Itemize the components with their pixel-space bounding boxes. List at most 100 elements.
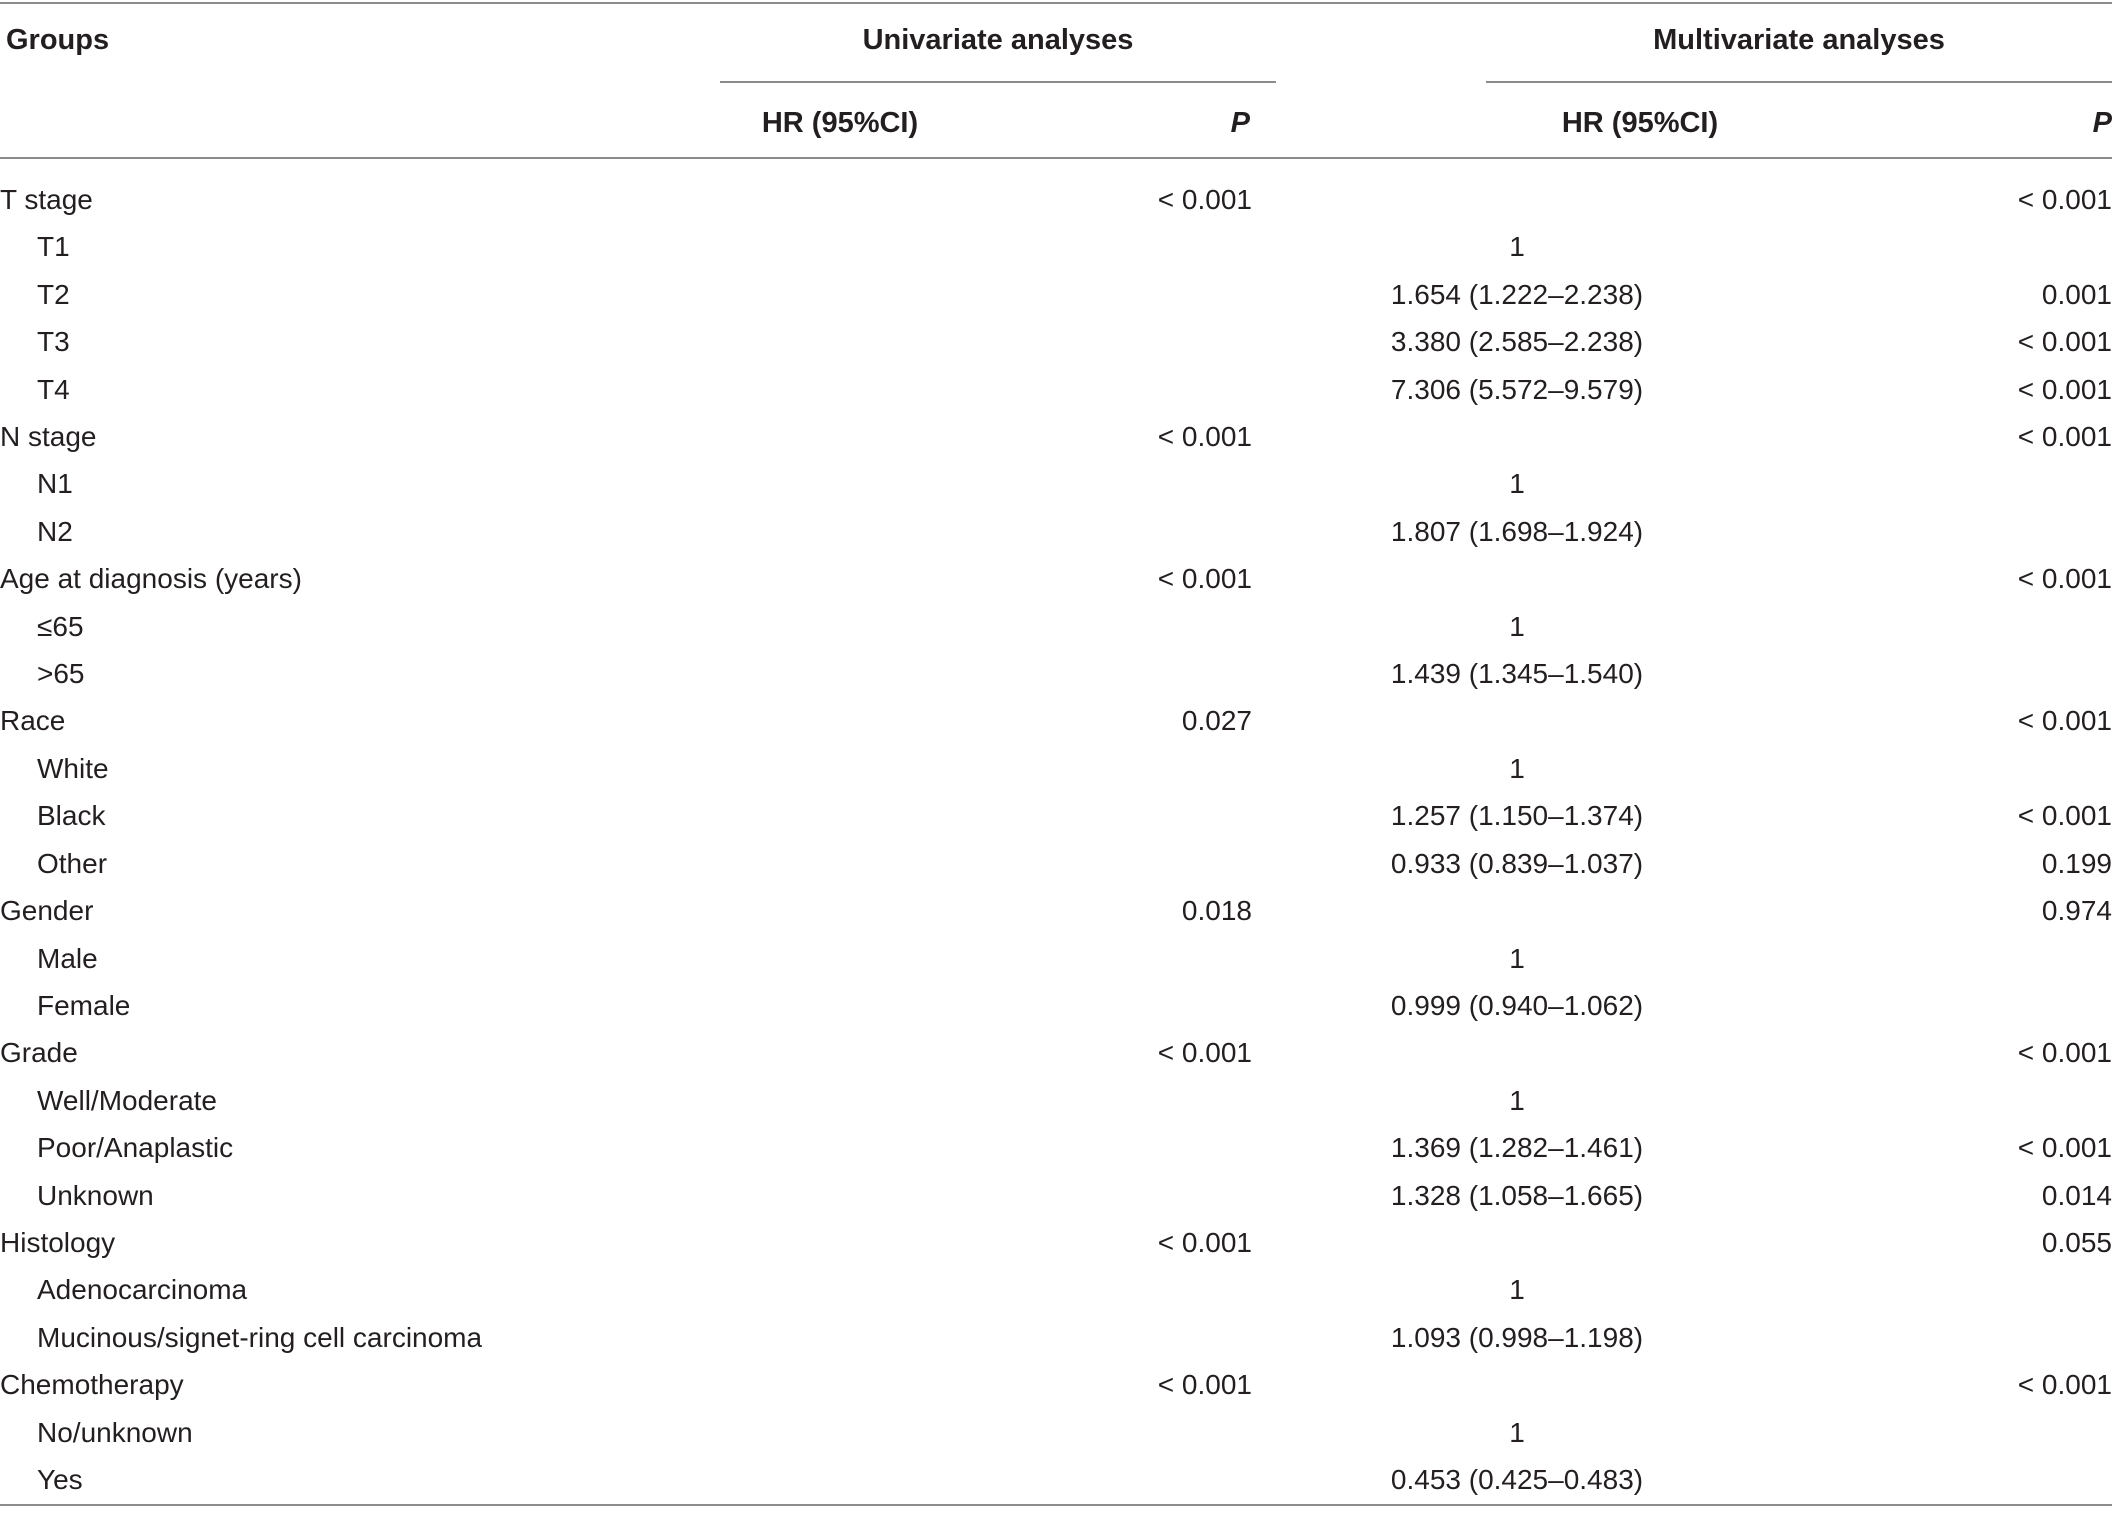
table-row: T4 7.306 (5.572–9.579) < 0.001 [0,366,2112,413]
row-label: ≤65 [37,610,84,642]
multivariate-hr-cell: 1.257 (1.150–1.374) [1390,800,1644,832]
multivariate-hr-cell: 1 [1509,942,1525,974]
row-label: Histology [0,1226,116,1258]
row-label: Well/Moderate [37,1084,218,1116]
univariate-hr-cell [700,366,1000,413]
table-row: White 1 [0,745,2112,792]
multivariate-hr-cell [1252,1219,1782,1266]
univariate-p-cell: 0.027 [1181,705,1252,737]
table-row: Grade < 0.001 < 0.001 [0,1029,2112,1076]
table-row: Other 0.933 (0.839–1.037) 0.199 [0,840,2112,887]
row-label: N1 [37,468,73,500]
table-row: Black 1.257 (1.150–1.374) < 0.001 [0,792,2112,839]
multivariate-hr-cell: 3.380 (2.585–2.238) [1390,326,1644,358]
row-label: Black [37,800,106,832]
row-label: Chemotherapy [0,1369,184,1401]
multivariate-hr-cell: 0.453 (0.425–0.483) [1390,1463,1644,1495]
multivariate-p-cell: < 0.001 [2017,1369,2112,1401]
table-row: N2 1.807 (1.698–1.924) [0,508,2112,555]
multivariate-p-cell: < 0.001 [2017,421,2112,453]
univariate-hr-cell [700,1124,1000,1171]
multivariate-p-cell [1782,935,2112,982]
univariate-hr-cell [700,1077,1000,1124]
row-label: N2 [37,515,73,547]
header-univariate: Univariate analyses [862,24,1134,56]
table-row: T stage < 0.001 < 0.001 [0,176,2112,223]
multivariate-p-cell: < 0.001 [2017,1132,2112,1164]
univariate-p-cell: < 0.001 [1157,184,1252,215]
multivariate-p-cell: < 0.001 [2017,326,2112,358]
univariate-p-cell: < 0.001 [1157,1369,1252,1401]
table-row: ≤65 1 [0,603,2112,650]
bottom-rule [0,1504,2112,1506]
univariate-hr-cell [700,1029,1000,1076]
multivariate-p-cell: < 0.001 [2017,373,2112,405]
univariate-hr-cell [700,223,1000,270]
row-label: T2 [37,278,70,310]
univariate-hr-cell [700,745,1000,792]
univariate-p-cell: < 0.001 [1157,1226,1252,1258]
univariate-hr-cell [700,982,1000,1029]
multivariate-hr-cell: 1.328 (1.058–1.665) [1390,1179,1644,1211]
univariate-hr-cell [700,555,1000,602]
multivariate-p-cell [1782,745,2112,792]
multivariate-p-cell [1782,650,2112,697]
univariate-hr-cell [700,460,1000,507]
univariate-p-cell [1000,840,1252,887]
table-row: Poor/Anaplastic 1.369 (1.282–1.461) < 0.00… [0,1124,2112,1171]
univariate-hr-cell [700,413,1000,460]
row-label: Other [37,847,108,879]
univariate-p-cell [1000,1172,1252,1219]
multivariate-hr-cell [1252,1361,1782,1408]
multivariate-hr-cell: 7.306 (5.572–9.579) [1390,373,1644,405]
multivariate-p-cell [1782,1456,2112,1503]
header-multivariate-p: P [2092,107,2112,139]
table-row: No/unknown 1 [0,1409,2112,1456]
multivariate-hr-cell: 1.369 (1.282–1.461) [1390,1132,1644,1164]
row-label: T3 [37,326,70,358]
multivariate-p-cell: < 0.001 [2017,705,2112,737]
row-label: Gender [0,895,94,927]
univariate-p-cell: < 0.001 [1157,563,1252,595]
multivariate-hr-cell: 0.933 (0.839–1.037) [1390,847,1644,879]
table-row: Age at diagnosis (years) < 0.001 < 0.001 [0,555,2112,602]
multivariate-hr-cell [1252,887,1782,934]
univariate-hr-cell [700,508,1000,555]
table-row: Chemotherapy < 0.001 < 0.001 [0,1361,2112,1408]
header-multivariate: Multivariate analyses [1653,24,1945,56]
univariate-p-cell: 0.018 [1181,895,1252,927]
row-label: Adenocarcinoma [37,1274,248,1306]
univariate-hr-cell [700,1314,1000,1361]
multivariate-hr-cell: 0.999 (0.940–1.062) [1390,989,1644,1021]
multivariate-p-cell: < 0.001 [2017,563,2112,595]
univariate-hr-cell [700,1361,1000,1408]
table-row: Male 1 [0,935,2112,982]
multivariate-hr-cell: 1 [1509,1084,1525,1116]
table-row: Histology < 0.001 0.055 [0,1219,2112,1266]
univariate-hr-cell [700,792,1000,839]
univariate-p-cell [1000,792,1252,839]
table-row: Female 0.999 (0.940–1.062) [0,982,2112,1029]
univariate-p-cell: < 0.001 [1157,1037,1252,1069]
row-label: Race [0,705,66,737]
univariate-hr-cell [700,1456,1000,1503]
multivariate-p-cell: 0.974 [2041,895,2112,927]
univariate-p-cell: < 0.001 [1157,421,1252,453]
table-row: Adenocarcinoma 1 [0,1266,2112,1313]
univariate-underline [720,81,1276,83]
top-rule [0,2,2112,4]
multivariate-p-cell: 0.199 [2041,847,2112,879]
multivariate-hr-cell: 1.093 (0.998–1.198) [1390,1321,1644,1353]
table-row: Race 0.027 < 0.001 [0,697,2112,744]
multivariate-hr-cell [1252,697,1782,744]
multivariate-hr-cell: 1.807 (1.698–1.924) [1390,515,1644,547]
univariate-p-cell [1000,318,1252,365]
multivariate-hr-cell: 1.654 (1.222–2.238) [1390,278,1644,310]
multivariate-p-cell: < 0.001 [2017,800,2112,832]
univariate-p-cell [1000,1124,1252,1171]
row-label: Male [37,942,98,974]
univariate-hr-cell [700,271,1000,318]
multivariate-hr-cell: 1 [1509,610,1525,642]
univariate-hr-cell [700,840,1000,887]
row-label: No/unknown [37,1416,193,1448]
